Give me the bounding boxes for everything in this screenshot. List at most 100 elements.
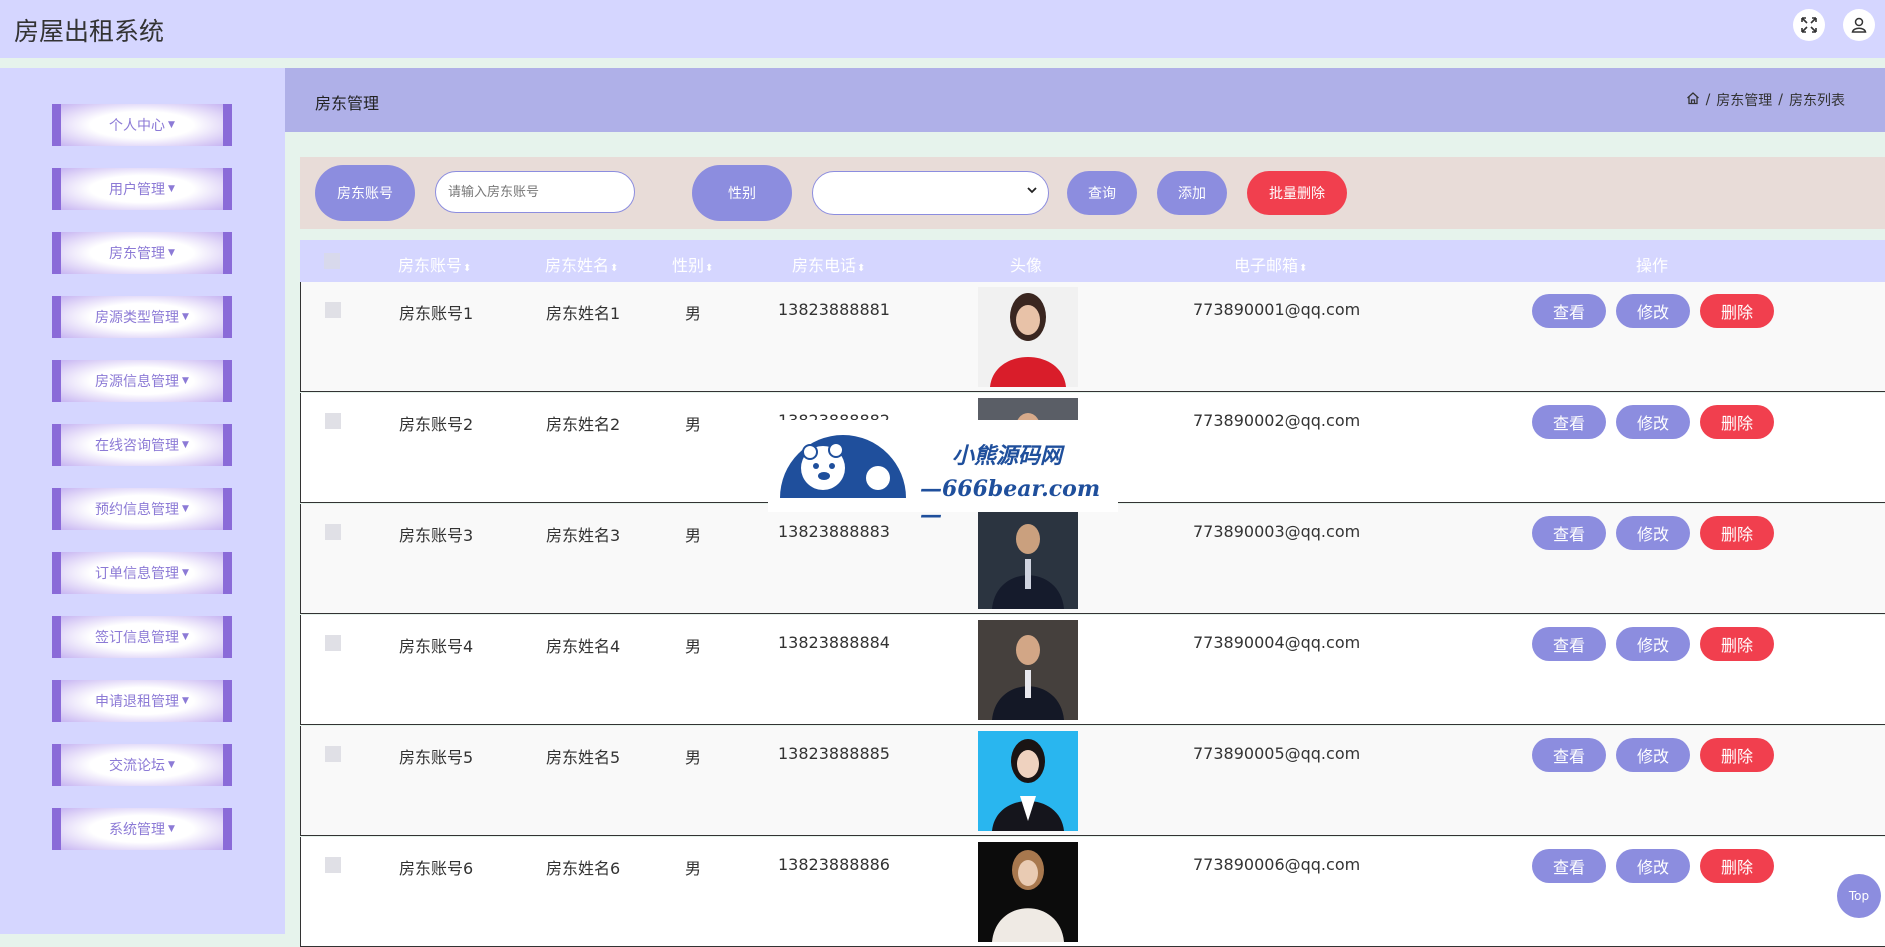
breadcrumb-item-landlord-management[interactable]: 房东管理 — [1716, 90, 1772, 110]
sidebar: 个人中心 ▼ 用户管理 ▼ 房东管理 ▼ 房源类型管理 ▼ 房源信息管理 ▼ 在线咨询管理… — [0, 68, 285, 934]
sidebar-item-label: 系统管理 — [109, 822, 166, 838]
sidebar-item-order-management[interactable]: 订单信息管理 ▼ — [52, 552, 232, 594]
sidebar-item-label: 用户管理 — [109, 182, 166, 198]
add-button[interactable]: 添加 — [1157, 171, 1227, 215]
edit-button[interactable]: 修改 — [1616, 627, 1690, 661]
row-checkbox[interactable] — [325, 746, 341, 762]
column-header-actions: 操作 — [1636, 256, 1669, 275]
caret-down-icon: ▼ — [168, 184, 175, 194]
table-header: 房东账号⬍ 房东姓名⬍ 性别⬍ 房东电话⬍ 头像 电子邮箱⬍ 操作 — [300, 240, 1885, 282]
view-button[interactable]: 查看 — [1532, 738, 1606, 772]
cell-name: 房东姓名1 — [546, 304, 621, 323]
delete-button[interactable]: 删除 — [1700, 294, 1774, 328]
view-button[interactable]: 查看 — [1532, 627, 1606, 661]
edit-button[interactable]: 修改 — [1616, 849, 1690, 883]
bear-logo-icon — [780, 435, 906, 498]
sidebar-item-house-type-management[interactable]: 房源类型管理 ▼ — [52, 296, 232, 338]
edit-button[interactable]: 修改 — [1616, 516, 1690, 550]
table-row: 房东账号4 房东姓名4 男 13823888884 773890004@qq.c… — [300, 615, 1885, 725]
edit-button[interactable]: 修改 — [1616, 294, 1690, 328]
row-checkbox[interactable] — [325, 302, 341, 318]
sidebar-item-reservation-management[interactable]: 预约信息管理 ▼ — [52, 488, 232, 530]
caret-down-icon: ▼ — [182, 440, 189, 450]
sidebar-item-personal-center[interactable]: 个人中心 ▼ — [52, 104, 232, 146]
sidebar-item-signing-management[interactable]: 签订信息管理 ▼ — [52, 616, 232, 658]
select-all-checkbox[interactable] — [324, 253, 340, 269]
cell-gender: 男 — [685, 859, 702, 878]
view-button[interactable]: 查看 — [1532, 294, 1606, 328]
delete-button[interactable]: 删除 — [1700, 627, 1774, 661]
delete-button[interactable]: 删除 — [1700, 405, 1774, 439]
table-row: 房东账号6 房东姓名6 男 13823888886 773890006@qq.c… — [300, 837, 1885, 947]
cell-phone: 13823888883 — [778, 522, 890, 541]
page-header: 房东管理 / 房东管理 / 房东列表 — [285, 68, 1885, 132]
query-button[interactable]: 查询 — [1067, 171, 1137, 215]
cell-gender: 男 — [685, 748, 702, 767]
view-button[interactable]: 查看 — [1532, 405, 1606, 439]
sidebar-item-system-management[interactable]: 系统管理 ▼ — [52, 808, 232, 850]
cell-gender: 男 — [685, 415, 702, 434]
row-checkbox[interactable] — [325, 524, 341, 540]
home-icon[interactable] — [1686, 91, 1700, 109]
view-button[interactable]: 查看 — [1532, 516, 1606, 550]
table-row: 房东账号1 房东姓名1 男 13823888881 773890001@qq.c… — [300, 282, 1885, 392]
sidebar-item-landlord-management[interactable]: 房东管理 ▼ — [52, 232, 232, 274]
user-icon[interactable] — [1843, 9, 1875, 41]
row-checkbox[interactable] — [325, 413, 341, 429]
column-header-phone[interactable]: 房东电话⬍ — [792, 252, 865, 276]
delete-button[interactable]: 删除 — [1700, 738, 1774, 772]
caret-down-icon: ▼ — [182, 696, 189, 706]
cell-account: 房东账号4 — [399, 637, 474, 656]
row-checkbox[interactable] — [325, 635, 341, 651]
row-checkbox[interactable] — [325, 857, 341, 873]
sidebar-item-online-consult-management[interactable]: 在线咨询管理 ▼ — [52, 424, 232, 466]
sidebar-item-user-management[interactable]: 用户管理 ▼ — [52, 168, 232, 210]
column-header-email[interactable]: 电子邮箱⬍ — [1234, 252, 1307, 276]
column-header-name[interactable]: 房东姓名⬍ — [545, 252, 618, 276]
caret-down-icon: ▼ — [182, 632, 189, 642]
avatar — [978, 731, 1078, 831]
sidebar-item-checkout-management[interactable]: 申请退租管理 ▼ — [52, 680, 232, 722]
column-header-account[interactable]: 房东账号⬍ — [398, 252, 471, 276]
caret-down-icon: ▼ — [182, 376, 189, 386]
sidebar-item-label: 房源类型管理 — [95, 310, 180, 326]
sidebar-item-label: 房东管理 — [109, 246, 166, 262]
cell-name: 房东姓名6 — [546, 859, 621, 878]
cell-email: 773890006@qq.com — [1193, 855, 1361, 874]
delete-button[interactable]: 删除 — [1700, 849, 1774, 883]
sidebar-item-label: 预约信息管理 — [95, 502, 180, 518]
sort-icon: ⬍ — [610, 263, 619, 274]
page-title: 房东管理 — [315, 94, 380, 113]
cell-name: 房东姓名4 — [546, 637, 621, 656]
column-header-gender[interactable]: 性别⬍ — [672, 252, 713, 276]
column-header-avatar: 头像 — [1010, 256, 1043, 275]
view-button[interactable]: 查看 — [1532, 849, 1606, 883]
sidebar-item-house-info-management[interactable]: 房源信息管理 ▼ — [52, 360, 232, 402]
account-search-input[interactable] — [435, 171, 635, 213]
cell-phone: 13823888884 — [778, 633, 890, 652]
edit-button[interactable]: 修改 — [1616, 738, 1690, 772]
chevron-down-icon — [1026, 184, 1038, 199]
cell-email: 773890002@qq.com — [1193, 411, 1361, 430]
caret-down-icon: ▼ — [182, 312, 189, 322]
table-row: 房东账号5 房东姓名5 男 13823888885 773890005@qq.c… — [300, 726, 1885, 836]
cell-name: 房东姓名5 — [546, 748, 621, 767]
watermark-title: 小熊源码网 — [952, 443, 1063, 469]
sidebar-item-label: 签订信息管理 — [95, 630, 180, 646]
sort-icon: ⬍ — [857, 263, 866, 274]
caret-down-icon: ▼ — [168, 824, 175, 834]
batch-delete-button[interactable]: 批量删除 — [1247, 171, 1347, 215]
gender-select[interactable] — [812, 171, 1049, 215]
delete-button[interactable]: 删除 — [1700, 516, 1774, 550]
edit-button[interactable]: 修改 — [1616, 405, 1690, 439]
cell-email: 773890001@qq.com — [1193, 300, 1361, 319]
watermark-url: —666bear.com— — [920, 476, 1101, 528]
breadcrumb-separator: / — [1705, 92, 1711, 108]
watermark: 小熊源码网 —666bear.com— — [768, 420, 1118, 528]
expand-icon[interactable] — [1793, 9, 1825, 41]
back-to-top-button[interactable]: Top — [1837, 874, 1881, 918]
caret-down-icon: ▼ — [168, 248, 175, 258]
sidebar-item-forum[interactable]: 交流论坛 ▼ — [52, 744, 232, 786]
cell-gender: 男 — [685, 526, 702, 545]
cell-gender: 男 — [685, 637, 702, 656]
